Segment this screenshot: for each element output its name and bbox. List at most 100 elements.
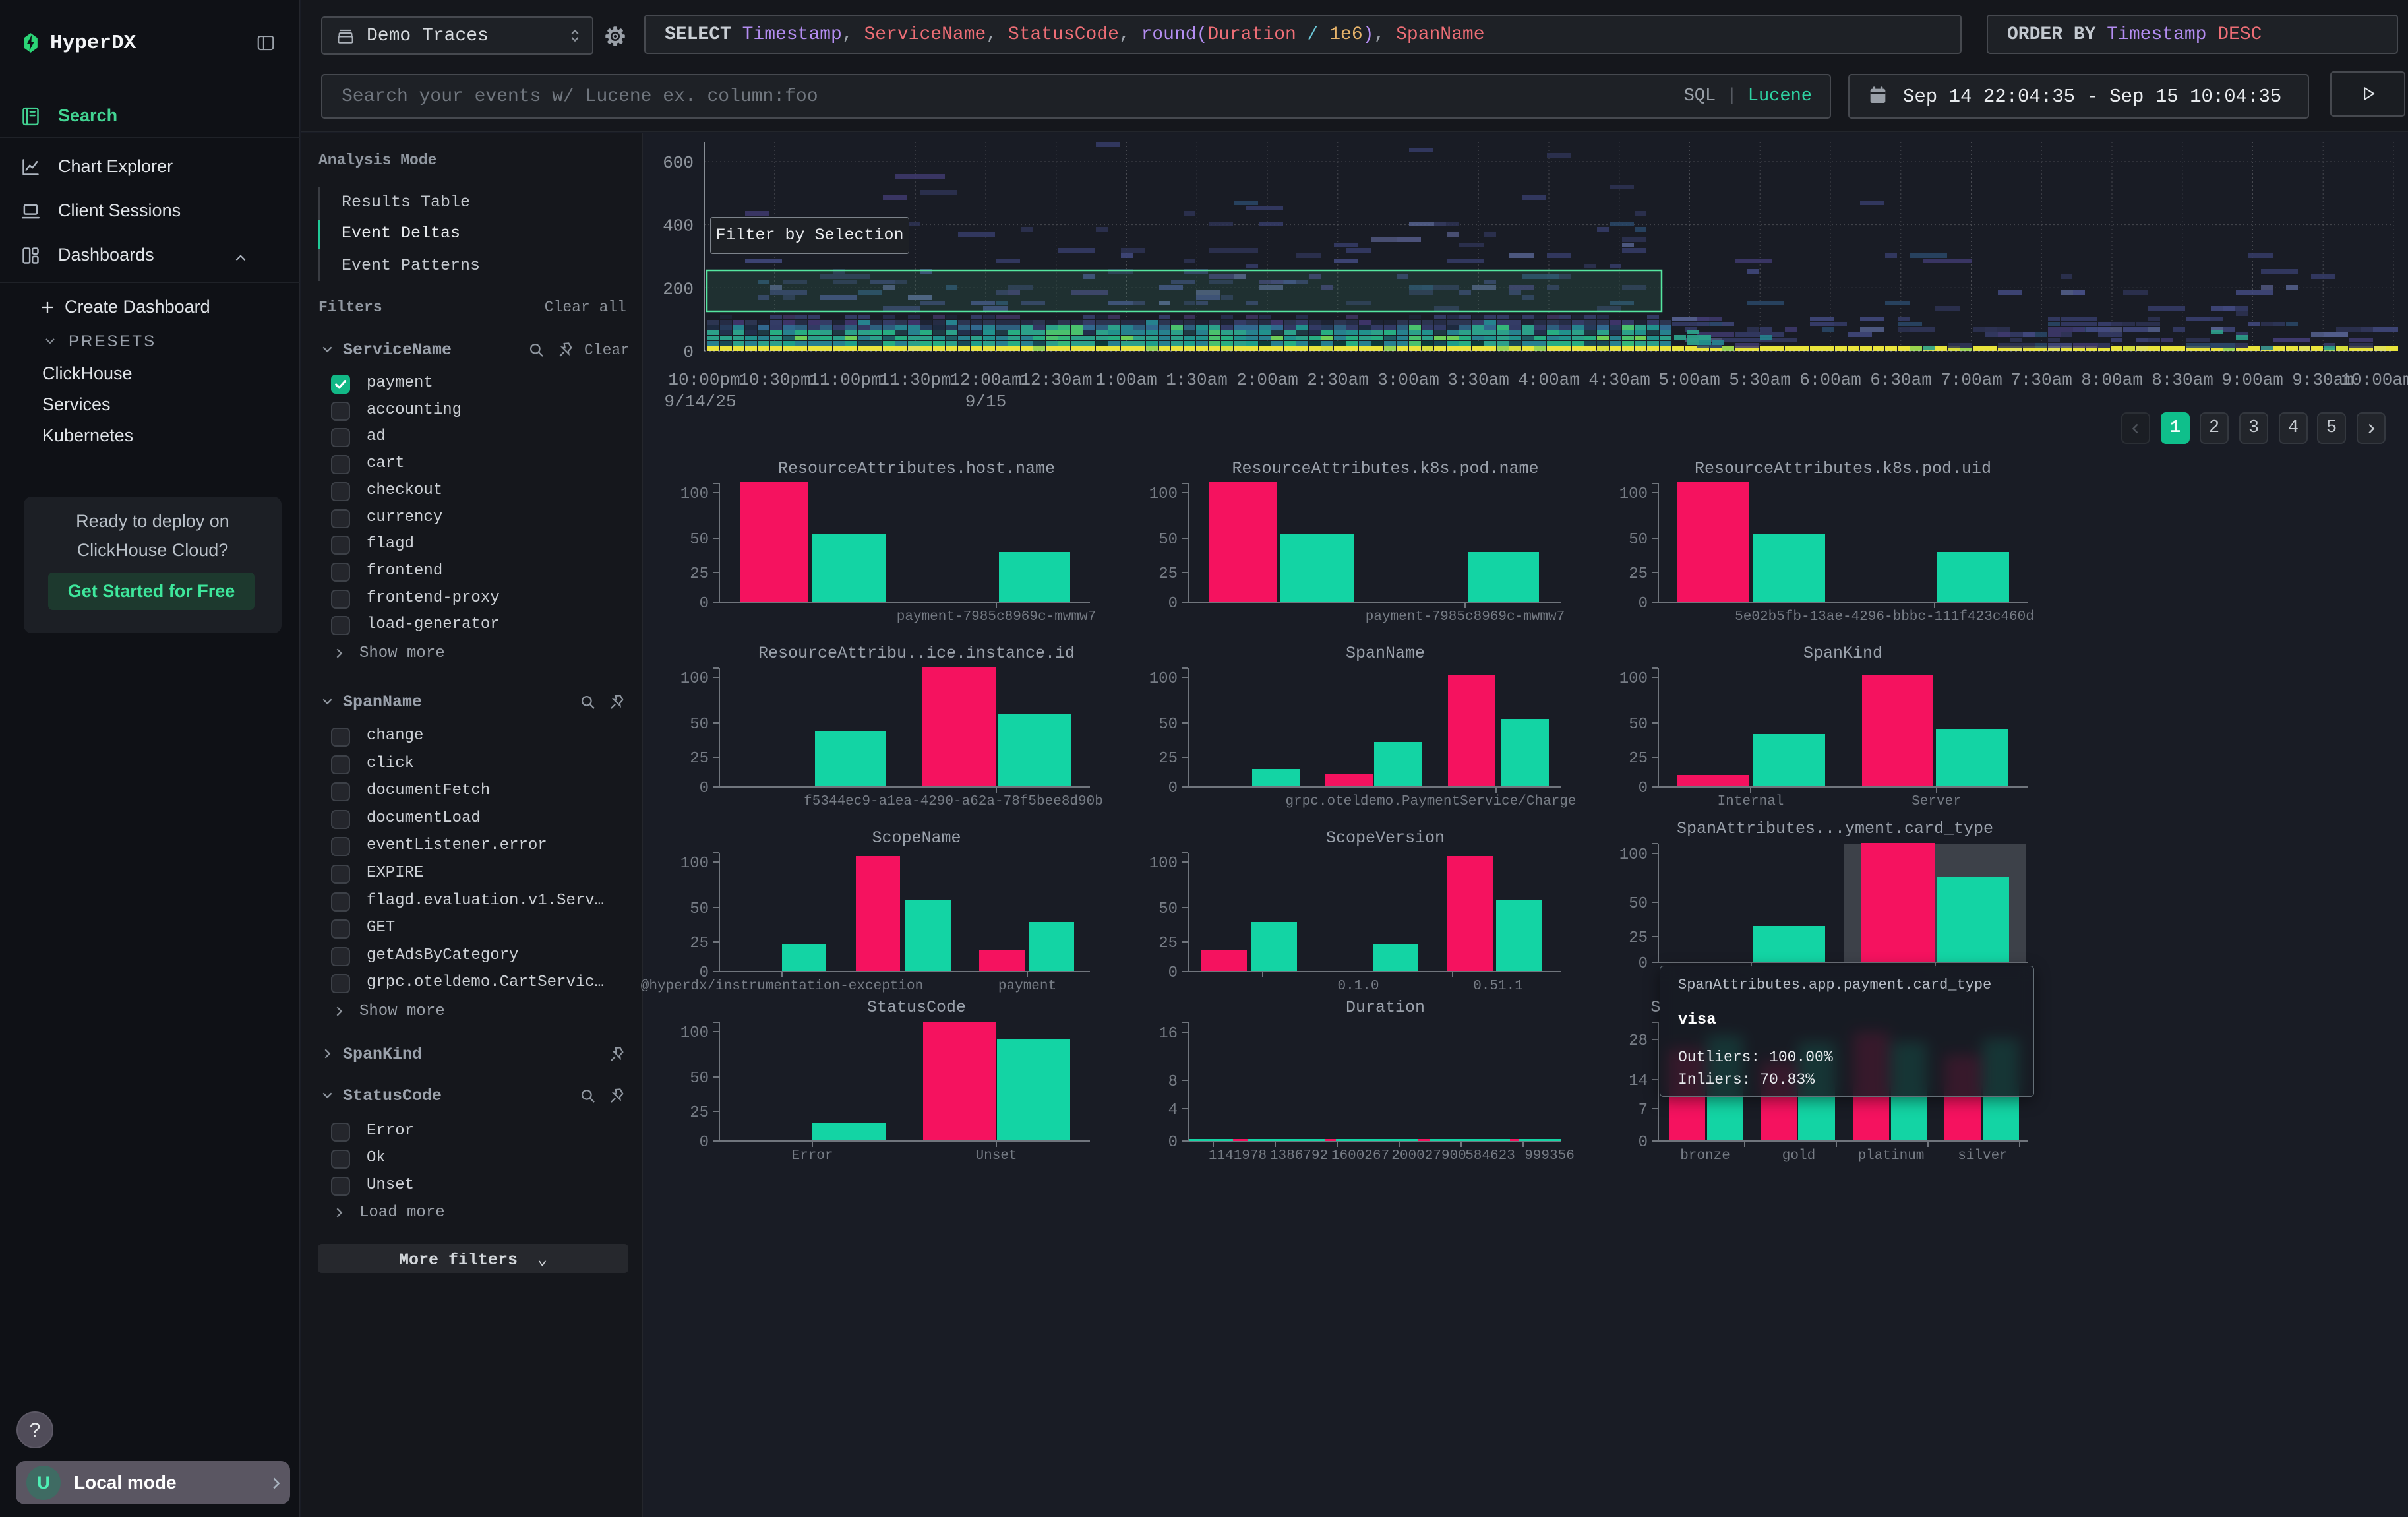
svg-text:100: 100 (1619, 670, 1648, 688)
svg-text:999356: 999356 (1524, 1148, 1575, 1163)
svg-text:100: 100 (680, 855, 709, 873)
svg-text:0: 0 (1168, 964, 1178, 982)
svg-text:50: 50 (1159, 531, 1178, 549)
svg-text:8: 8 (1168, 1073, 1178, 1091)
svg-text:200027900: 200027900 (1391, 1148, 1466, 1163)
svg-text:50: 50 (690, 900, 709, 918)
svg-text:12:30am: 12:30am (1020, 370, 1092, 390)
svg-text:4: 4 (1168, 1101, 1178, 1119)
svg-text:1:00am: 1:00am (1095, 370, 1157, 390)
svg-text:9/15: 9/15 (965, 392, 1006, 412)
svg-text:25: 25 (690, 1104, 709, 1122)
svg-text:5:30am: 5:30am (1729, 370, 1791, 390)
svg-text:Server: Server (1911, 794, 1962, 809)
svg-text:100: 100 (1149, 485, 1178, 503)
svg-text:5:00am: 5:00am (1658, 370, 1720, 390)
svg-text:100: 100 (680, 485, 709, 503)
svg-text:ResourceAttributes.host.name: ResourceAttributes.host.name (778, 459, 1055, 478)
svg-text:@hyperdx/instrumentation-excep: @hyperdx/instrumentation-exception (641, 979, 923, 994)
svg-text:payment-7985c8969c-mwmw7: payment-7985c8969c-mwmw7 (1366, 609, 1565, 625)
svg-text:ResourceAttributes.k8s.pod.uid: ResourceAttributes.k8s.pod.uid (1695, 459, 1991, 478)
svg-text:SpanName: SpanName (1346, 644, 1425, 663)
svg-text:6:30am: 6:30am (1870, 370, 1932, 390)
svg-text:7:00am: 7:00am (1941, 370, 2002, 390)
svg-text:50: 50 (690, 531, 709, 549)
svg-text:silver: silver (1958, 1148, 2008, 1163)
svg-text:100: 100 (680, 1024, 709, 1042)
svg-text:100: 100 (1619, 846, 1648, 864)
svg-text:25: 25 (690, 750, 709, 768)
svg-text:0: 0 (1639, 955, 1648, 973)
svg-text:10:30pm: 10:30pm (738, 370, 810, 390)
svg-text:Error: Error (791, 1148, 833, 1163)
svg-text:25: 25 (1159, 750, 1178, 768)
svg-text:payment: payment (998, 979, 1056, 994)
svg-text:Duration: Duration (1346, 998, 1425, 1017)
svg-text:25: 25 (1159, 565, 1178, 583)
svg-text:0.1.0: 0.1.0 (1337, 979, 1379, 994)
svg-text:ScopeVersion: ScopeVersion (1326, 828, 1445, 848)
svg-text:50: 50 (1629, 531, 1648, 549)
svg-text:platinum: platinum (1858, 1148, 1925, 1163)
svg-text:0.51.1: 0.51.1 (1473, 979, 1523, 994)
svg-text:100: 100 (1149, 855, 1178, 873)
svg-text:4:00am: 4:00am (1518, 370, 1580, 390)
svg-text:2:30am: 2:30am (1307, 370, 1369, 390)
svg-text:7: 7 (1639, 1101, 1648, 1119)
svg-text:Unset: Unset (975, 1148, 1017, 1163)
svg-text:1141978: 1141978 (1209, 1148, 1267, 1163)
svg-text:0: 0 (683, 342, 694, 362)
svg-text:50: 50 (1629, 716, 1648, 733)
svg-text:11:00pm: 11:00pm (809, 370, 881, 390)
svg-text:gold: gold (1782, 1148, 1815, 1163)
svg-text:0: 0 (700, 1134, 709, 1152)
svg-text:50: 50 (690, 1070, 709, 1088)
svg-text:11:30pm: 11:30pm (879, 370, 951, 390)
svg-text:Internal: Internal (1718, 794, 1784, 809)
svg-text:28: 28 (1629, 1032, 1648, 1050)
svg-text:0: 0 (1168, 1134, 1178, 1152)
svg-text:600: 600 (663, 153, 694, 173)
svg-text:7:30am: 7:30am (2010, 370, 2072, 390)
svg-text:1:30am: 1:30am (1166, 370, 1228, 390)
svg-text:ScopeName: ScopeName (872, 828, 961, 848)
svg-text:9:00am: 9:00am (2221, 370, 2283, 390)
svg-text:0: 0 (1639, 595, 1648, 613)
svg-text:StatusCode: StatusCode (867, 998, 966, 1017)
svg-text:0: 0 (1639, 1134, 1648, 1152)
svg-text:2:00am: 2:00am (1236, 370, 1298, 390)
svg-text:100: 100 (680, 670, 709, 688)
svg-text:0: 0 (1168, 780, 1178, 797)
svg-text:16: 16 (1159, 1025, 1178, 1043)
svg-text:0: 0 (1639, 780, 1648, 797)
svg-text:3:00am: 3:00am (1377, 370, 1439, 390)
svg-text:5e02b5fb-13ae-4296-bbbc-111f42: 5e02b5fb-13ae-4296-bbbc-111f423c460d (1735, 609, 2034, 625)
svg-text:SpanAttributes...yment.card_ty: SpanAttributes...yment.card_type (1677, 819, 1993, 838)
svg-text:50: 50 (1159, 900, 1178, 918)
svg-text:50: 50 (690, 716, 709, 733)
svg-text:200: 200 (663, 279, 694, 299)
svg-text:0: 0 (700, 780, 709, 797)
svg-text:100: 100 (1619, 485, 1648, 503)
svg-text:9/14/25: 9/14/25 (664, 392, 736, 412)
svg-text:ResourceAttribu..ice.instance.: ResourceAttribu..ice.instance.id (758, 644, 1075, 663)
svg-text:bronze: bronze (1680, 1148, 1730, 1163)
svg-text:25: 25 (1159, 935, 1178, 952)
svg-text:25: 25 (690, 935, 709, 952)
svg-text:8:30am: 8:30am (2152, 370, 2213, 390)
svg-text:25: 25 (1629, 750, 1648, 768)
svg-text:14: 14 (1629, 1072, 1648, 1090)
svg-text:grpc.oteldemo.PaymentService/C: grpc.oteldemo.PaymentService/Charge (1285, 794, 1576, 809)
svg-text:0: 0 (700, 595, 709, 613)
svg-text:50: 50 (1629, 895, 1648, 913)
svg-text:25: 25 (1629, 565, 1648, 583)
svg-text:12:00am: 12:00am (949, 370, 1021, 390)
svg-text:SpanKind: SpanKind (1803, 644, 1882, 663)
svg-text:100: 100 (1149, 670, 1178, 688)
svg-text:ResourceAttributes.k8s.pod.nam: ResourceAttributes.k8s.pod.name (1232, 459, 1538, 478)
svg-text:25: 25 (1629, 929, 1648, 947)
svg-text:8:00am: 8:00am (2081, 370, 2143, 390)
svg-text:3:30am: 3:30am (1447, 370, 1509, 390)
svg-text:10:00am: 10:00am (2341, 370, 2408, 390)
svg-text:f5344ec9-a1ea-4290-a62a-78f5be: f5344ec9-a1ea-4290-a62a-78f5bee8d90b (804, 794, 1103, 809)
